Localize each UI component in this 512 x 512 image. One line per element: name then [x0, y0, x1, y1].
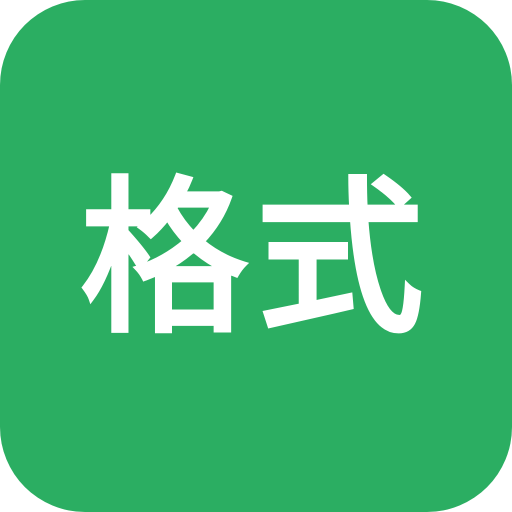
- app-icon-label: 格式: [80, 161, 432, 357]
- app-icon[interactable]: 格式: [0, 0, 512, 512]
